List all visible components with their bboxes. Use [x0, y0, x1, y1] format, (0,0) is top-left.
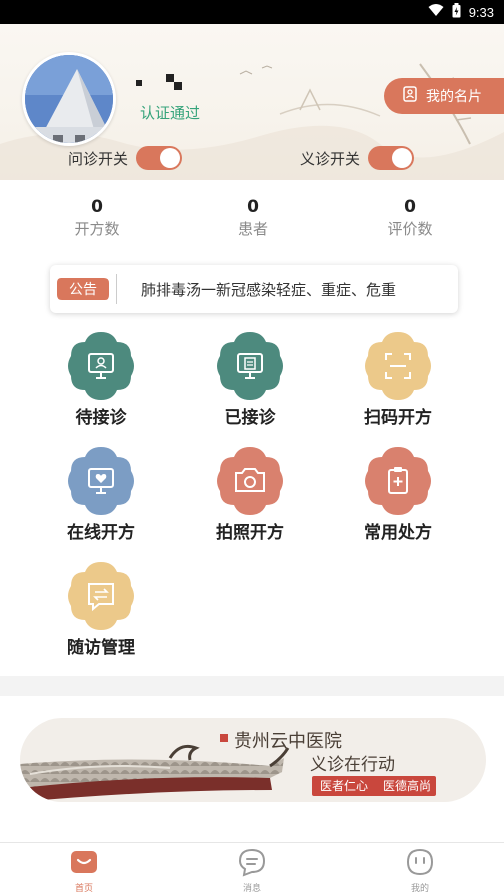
home-icon	[69, 847, 99, 877]
stat-value: 0	[91, 197, 103, 217]
seal-mark	[220, 734, 228, 742]
menu-label: 随访管理	[67, 638, 135, 658]
menu-scan-prescribe[interactable]: 扫码开方	[338, 330, 458, 430]
stat-reviews[interactable]: 0 评价数	[365, 196, 455, 240]
username-redacted	[136, 74, 184, 90]
avatar[interactable]	[22, 52, 116, 146]
menu-follow-up[interactable]: 随访管理	[41, 560, 161, 660]
consult-toggle[interactable]	[136, 146, 183, 170]
menu-label: 待接诊	[75, 408, 127, 428]
menu-label: 拍照开方	[216, 523, 284, 543]
stat-value: 0	[404, 197, 416, 217]
menu-photo-prescribe[interactable]: 拍照开方	[190, 445, 310, 545]
tab-label: 首页	[74, 884, 93, 894]
verified-status: 认证通过	[140, 104, 201, 122]
notice-badge: 公告	[50, 265, 116, 313]
tab-profile[interactable]: 我的	[385, 847, 455, 894]
monitor-heart-icon	[65, 445, 137, 517]
tab-home[interactable]: 首页	[49, 847, 119, 894]
scan-icon	[362, 330, 434, 402]
battery-icon	[452, 2, 461, 22]
status-bar: 9:33	[0, 0, 504, 24]
consult-switch-label: 问诊开关	[68, 149, 129, 168]
banner-art: 贵州云中医院 义诊在行动 医者仁心 医德高尚	[20, 731, 436, 802]
tab-label: 消息	[242, 884, 261, 894]
section-divider	[0, 676, 504, 696]
menu-label: 在线开方	[67, 523, 135, 543]
menu-label: 常用处方	[364, 523, 432, 543]
stat-prescriptions[interactable]: 0 开方数	[52, 196, 142, 240]
banner-tag: 医者仁心	[320, 779, 368, 793]
profile-face-icon	[405, 847, 435, 877]
banner-subtitle: 义诊在行动	[310, 755, 395, 775]
promo-banner[interactable]: 贵州云中医院 义诊在行动 医者仁心 医德高尚	[20, 718, 486, 802]
free-clinic-switch-label: 义诊开关	[300, 149, 361, 168]
stat-patients[interactable]: 0 患者	[208, 196, 298, 240]
message-icon	[65, 560, 137, 632]
stat-label: 患者	[237, 220, 268, 238]
status-time: 9:33	[468, 4, 494, 20]
id-card-icon	[402, 86, 418, 106]
my-card-label: 我的名片	[426, 89, 482, 105]
clipboard-plus-icon	[362, 445, 434, 517]
monitor-user-icon	[65, 330, 137, 402]
stat-label: 开方数	[74, 220, 120, 238]
notice-text: 肺排毒汤一新冠感染轻症、重症、危重	[141, 280, 397, 299]
stat-value: 0	[247, 197, 259, 217]
notice-bar[interactable]: 公告 肺排毒汤一新冠感染轻症、重症、危重	[50, 265, 458, 313]
stats-row: 0 开方数 0 患者 0 评价数	[0, 196, 504, 242]
menu-label: 扫码开方	[364, 408, 432, 428]
wifi-icon	[428, 3, 444, 21]
tab-label: 我的	[410, 884, 429, 894]
my-card-button[interactable]: 我的名片	[384, 78, 504, 114]
banner-title: 贵州云中医院	[234, 731, 342, 752]
message-bubble-icon	[237, 847, 267, 877]
free-clinic-toggle[interactable]	[368, 146, 415, 170]
monitor-doc-icon	[214, 330, 286, 402]
tab-messages[interactable]: 消息	[217, 847, 287, 894]
bottom-tab-bar: 首页 消息 我的	[0, 842, 504, 896]
free-clinic-switch-row: 义诊开关	[300, 145, 415, 171]
menu-pending-consult[interactable]: 待接诊	[41, 330, 161, 430]
banner-tag: 医德高尚	[383, 778, 431, 793]
menu-label: 已接诊	[224, 408, 276, 428]
camera-icon	[214, 445, 286, 517]
consult-switch-row: 问诊开关	[68, 145, 183, 171]
notice-badge-text: 公告	[69, 282, 97, 298]
menu-online-prescribe[interactable]: 在线开方	[41, 445, 161, 545]
stat-label: 评价数	[387, 220, 433, 238]
menu-received-consult[interactable]: 已接诊	[190, 330, 310, 430]
menu-common-prescriptions[interactable]: 常用处方	[338, 445, 458, 545]
